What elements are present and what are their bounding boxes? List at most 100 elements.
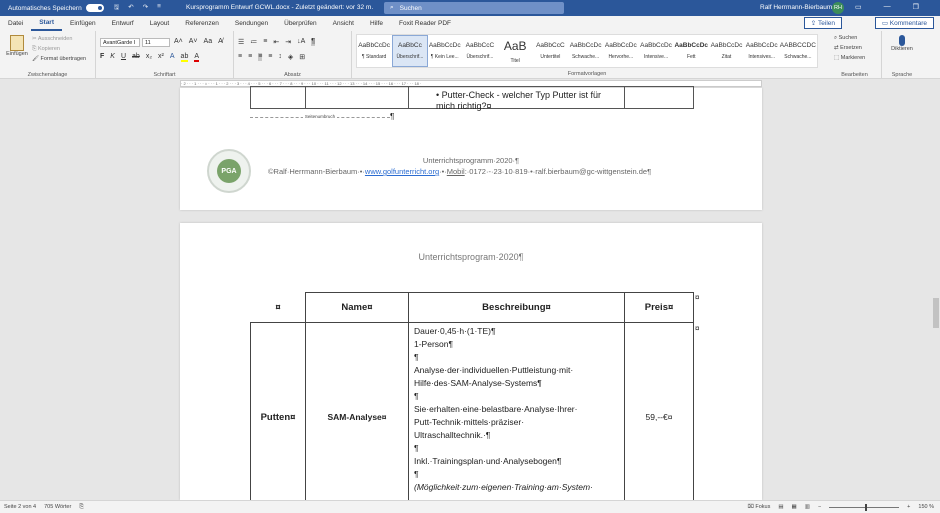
web-layout-icon[interactable]: ▥ (805, 504, 810, 510)
line-spacing-icon[interactable]: ↕ (278, 53, 282, 61)
tab-start[interactable]: Start (31, 16, 62, 31)
undo-icon[interactable]: ↶ (128, 3, 133, 14)
change-case-icon[interactable]: Aa (204, 38, 213, 45)
maximize-icon[interactable]: ❐ (913, 3, 919, 11)
align-center-icon[interactable]: ≡ (248, 53, 252, 61)
tab-überprüfen[interactable]: Überprüfen (276, 16, 325, 31)
align-right-icon[interactable]: ≡ (258, 53, 263, 61)
minimize-icon[interactable]: — (884, 3, 891, 11)
document-title[interactable]: Kursprogramm Entwurf GCWL.docx - Zuletzt… (186, 4, 373, 11)
comments-button[interactable]: ▭ Kommentare (874, 17, 934, 29)
table-cell[interactable] (250, 86, 306, 109)
table-header-cell[interactable]: Preis¤ (624, 292, 694, 323)
table-header-cell[interactable]: ¤ (250, 292, 306, 323)
paste-button[interactable]: Einfügen (6, 35, 28, 57)
shading-icon[interactable]: ◈ (288, 53, 293, 61)
style-item[interactable]: AaBbCcDc ¶ Kein Lee... (428, 35, 463, 67)
table-cell[interactable] (624, 86, 694, 109)
ribbon-display-icon[interactable]: ▭ (855, 3, 862, 11)
share-button[interactable]: ⇪ Teilen (803, 17, 842, 29)
proofing-icon[interactable]: ⎘ (79, 504, 83, 511)
tab-datei[interactable]: Datei (0, 16, 31, 31)
page-count[interactable]: Seite 2 von 4 (4, 504, 36, 511)
grow-font-icon[interactable]: A˄ (174, 38, 183, 45)
shrink-font-icon[interactable]: A˅ (189, 38, 198, 45)
borders-icon[interactable]: ⊞ (299, 53, 305, 61)
style-item[interactable]: AaBbCcC Untertitel (533, 35, 568, 67)
tab-layout[interactable]: Layout (142, 16, 178, 31)
table-cell-price[interactable]: 59,--€¤ (624, 322, 694, 500)
cut-button[interactable]: ✂ Ausschneiden (32, 36, 72, 42)
table-header-cell[interactable]: Name¤ (305, 292, 409, 323)
zoom-out-icon[interactable]: − (818, 504, 821, 510)
font-color-icon[interactable]: A (194, 53, 200, 62)
style-item[interactable]: AaBbCc Überschrif... (392, 35, 428, 67)
style-item[interactable]: AABBCCDC Schwache... (780, 35, 817, 67)
select-button[interactable]: ⬚ Markieren (834, 55, 865, 61)
zoom-in-icon[interactable]: + (907, 504, 910, 510)
superscript-icon[interactable]: x² (158, 53, 164, 62)
style-item[interactable]: AaBbCcDc Hervorhe... (604, 35, 639, 67)
tab-foxit-reader-pdf[interactable]: Foxit Reader PDF (391, 16, 459, 31)
table-cell[interactable] (305, 86, 409, 109)
zoom-slider[interactable] (829, 503, 900, 511)
multilevel-list-icon[interactable]: ≡ (263, 38, 267, 46)
justify-icon[interactable]: ≡ (268, 53, 272, 61)
autosave-toggle[interactable]: Automatisches Speichern (8, 4, 104, 12)
style-item[interactable]: AaBbCcC Überschrif... (463, 35, 498, 67)
align-left-icon[interactable]: ≡ (238, 53, 242, 61)
clear-format-icon[interactable]: A̸ (218, 38, 223, 45)
dictate-button[interactable]: Diktieren (888, 35, 916, 52)
table-cell-description[interactable]: Dauer·0,45·h·(1·TE)¶ 1-Person¶ ¶ Analyse·de… (408, 322, 625, 500)
vertical-scrollbar[interactable] (932, 88, 940, 500)
italic-icon[interactable]: K (110, 53, 115, 62)
highlight-icon[interactable]: ab (180, 53, 189, 62)
tab-einfügen[interactable]: Einfügen (62, 16, 104, 31)
search-input[interactable]: ⌕ Suchen (384, 2, 564, 14)
bullets-icon[interactable]: ☰ (238, 38, 244, 46)
style-item[interactable]: AaBbCcDc Fett (674, 35, 709, 67)
print-layout-icon[interactable]: ▦ (792, 504, 797, 510)
text-effects-icon[interactable]: A (170, 53, 175, 62)
customize-icon[interactable]: ≡ (157, 3, 161, 14)
style-item[interactable]: AaBbCcDc ¶ Standard (357, 35, 392, 67)
numbering-icon[interactable]: ≔ (250, 38, 257, 46)
copy-button[interactable]: ⎘ Kopieren (32, 46, 60, 53)
tab-entwurf[interactable]: Entwurf (104, 16, 142, 31)
strikethrough-icon[interactable]: ab (132, 53, 140, 62)
format-painter-button[interactable]: 🖌 Format übertragen (32, 56, 86, 62)
bold-icon[interactable]: F (100, 53, 104, 62)
table-cell-category[interactable]: Putten¤ (250, 322, 306, 500)
decrease-indent-icon[interactable]: ⇤ (273, 38, 279, 46)
style-item[interactable]: AaBbCcDc Schwache... (568, 35, 603, 67)
table-header-cell[interactable]: Beschreibung¤ (408, 292, 625, 323)
style-item[interactable]: AaBbCcDc Zitat (709, 35, 744, 67)
style-item[interactable]: AaBbCcDc Intensives... (745, 35, 780, 67)
increase-indent-icon[interactable]: ⇥ (285, 38, 291, 46)
tab-ansicht[interactable]: Ansicht (325, 16, 362, 31)
font-size-select[interactable]: 11 (142, 38, 170, 47)
tab-sendungen[interactable]: Sendungen (227, 16, 276, 31)
show-marks-icon[interactable]: ¶ (311, 38, 316, 46)
user-name[interactable]: Ralf Herrmann-Bierbaum (760, 4, 832, 11)
table-cell-name[interactable]: SAM-Analyse¤ (305, 322, 409, 500)
tab-referenzen[interactable]: Referenzen (177, 16, 227, 31)
underline-icon[interactable]: U (121, 53, 126, 62)
style-item[interactable]: AaBbCcDc Intensive... (639, 35, 674, 67)
redo-icon[interactable]: ↷ (143, 3, 148, 14)
save-icon[interactable]: 🖫 (114, 3, 120, 14)
word-count[interactable]: 705 Wörter (44, 504, 71, 511)
scrollbar-thumb[interactable] (933, 298, 939, 328)
sort-icon[interactable]: ↓A (297, 38, 305, 46)
find-button[interactable]: ⌕ Suchen (834, 35, 857, 42)
tab-hilfe[interactable]: Hilfe (362, 16, 391, 31)
replace-button[interactable]: ⇄ Ersetzen (834, 45, 862, 51)
avatar[interactable]: RH (832, 2, 844, 14)
font-name-select[interactable]: AvantGarde I (100, 38, 140, 47)
focus-button[interactable]: ⌧ Fokus (747, 504, 770, 510)
toggle-switch[interactable] (85, 4, 104, 12)
style-item[interactable]: AaB Titel (498, 35, 533, 67)
zoom-level[interactable]: 150 % (918, 504, 934, 510)
read-mode-icon[interactable]: ▤ (778, 504, 783, 510)
subscript-icon[interactable]: x₂ (146, 53, 152, 62)
